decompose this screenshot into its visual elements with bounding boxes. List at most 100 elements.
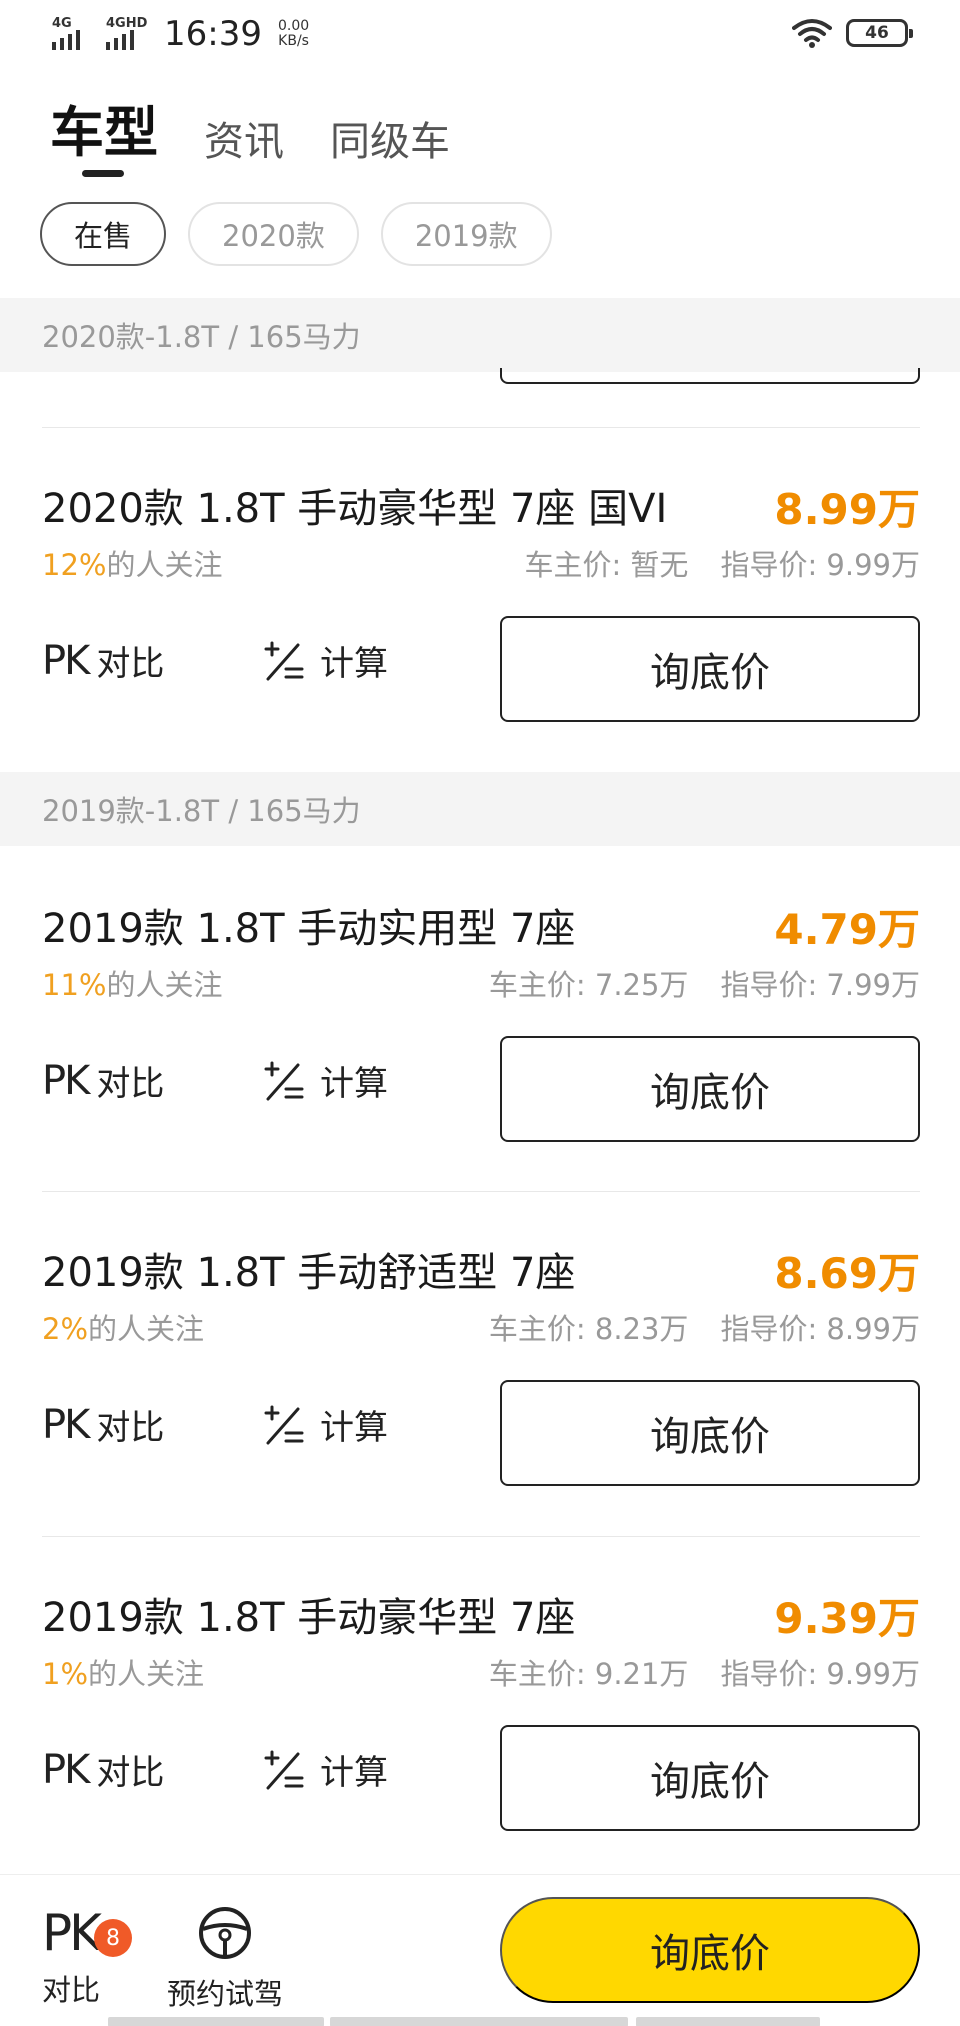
clock: 16:39 — [164, 14, 262, 54]
year-filter: 在售 2020款 2019款 — [40, 202, 552, 266]
compare-label: 对比 — [96, 1753, 165, 1793]
compare-label: 对比 — [96, 1064, 165, 1104]
calculator-icon — [264, 1750, 304, 1789]
list-item: 2019款 1.8T 手动舒适型 7座 8.69万 2%的人关注 车主价: 8.… — [0, 1240, 960, 1540]
calculate-label: 计算 — [320, 1408, 388, 1448]
attention-percent: 11% — [42, 968, 107, 1002]
signal-label: 4GHD — [106, 16, 148, 31]
calculate-button[interactable]: 计算 — [262, 1745, 388, 1794]
status-left: 4G 4GHD 16:39 0.00 KB/s — [50, 14, 309, 54]
attention-percent: 12% — [42, 548, 107, 582]
pk-icon: PK — [42, 1057, 90, 1104]
signal-icon: 4G — [50, 14, 92, 54]
calculate-label: 计算 — [320, 1064, 388, 1104]
section-header: 2020款-1.8T / 165马力 — [0, 298, 960, 372]
divider — [42, 1191, 920, 1192]
divider — [42, 427, 920, 428]
section-header: 2019款-1.8T / 165马力 — [0, 772, 960, 846]
dealer-price: 8.99万 — [774, 485, 920, 534]
calculator-icon — [264, 1061, 304, 1100]
model-name: 2020款 1.8T 手动豪华型 7座 国VI — [42, 486, 668, 532]
attention-stat: 1%的人关注 — [42, 1651, 204, 1693]
price-details: 车主价: 7.25万 指导价: 7.99万 — [489, 962, 920, 1004]
test-drive-label: 预约试驾 — [166, 1977, 283, 2011]
compare-label: 对比 — [96, 1408, 165, 1448]
guide-price: 指导价: 9.99万 — [720, 548, 920, 582]
price-details: 车主价: 8.23万 指导价: 8.99万 — [489, 1306, 920, 1348]
attention-stat: 2%的人关注 — [42, 1306, 204, 1348]
dealer-price: 8.69万 — [774, 1249, 920, 1298]
battery-icon: 46 — [846, 19, 913, 47]
tab-indicator — [82, 170, 124, 177]
attention-label: 的人关注 — [88, 1312, 205, 1346]
compare-label: 对比 — [42, 1973, 101, 2007]
guide-price: 指导价: 7.99万 — [720, 968, 920, 1002]
calculate-button[interactable]: 计算 — [262, 636, 388, 685]
pk-icon: PK — [42, 637, 90, 684]
list-item: 2019款 1.8T 手动实用型 7座 4.79万 11%的人关注 车主价: 7… — [0, 896, 960, 1196]
status-right: 46 — [792, 18, 913, 48]
model-name: 2019款 1.8T 手动豪华型 7座 — [42, 1595, 576, 1641]
nav-hint-segment — [330, 2017, 628, 2026]
model-name: 2019款 1.8T 手动舒适型 7座 — [42, 1250, 576, 1296]
owner-price: 车主价: 7.25万 — [488, 968, 689, 1002]
attention-label: 的人关注 — [106, 968, 223, 1002]
steering-wheel-icon — [199, 1907, 251, 1959]
speed-value: 0.00 — [277, 18, 310, 34]
price-details: 车主价: 暂无 指导价: 9.99万 — [524, 542, 920, 584]
model-name: 2019款 1.8T 手动实用型 7座 — [42, 906, 576, 952]
inquiry-cta-button[interactable]: 询底价 — [500, 1897, 920, 2003]
list-item: 2019款 1.8T 手动豪华型 7座 9.39万 1%的人关注 车主价: 9.… — [0, 1585, 960, 1885]
pk-icon: PK — [42, 1401, 90, 1448]
pk-compare-button[interactable]: PK 对比 — [42, 1056, 164, 1105]
guide-price: 指导价: 8.99万 — [720, 1312, 920, 1346]
signal-icon: 4GHD — [104, 14, 148, 54]
dealer-price: 9.39万 — [774, 1594, 920, 1643]
chip-2019[interactable]: 2019款 — [380, 202, 552, 266]
tab-news[interactable]: 资讯 — [204, 109, 284, 167]
pk-compare-button[interactable]: PK 对比 — [42, 1745, 164, 1794]
attention-stat: 11%的人关注 — [42, 962, 222, 1004]
chip-2020[interactable]: 2020款 — [188, 202, 359, 266]
network-speed: 0.00 KB/s — [278, 19, 309, 49]
nav-hint-segment — [108, 2017, 324, 2026]
calculate-button[interactable]: 计算 — [262, 1400, 388, 1449]
compare-label: 对比 — [96, 644, 165, 684]
attention-label: 的人关注 — [106, 548, 223, 582]
attention-percent: 2% — [42, 1312, 89, 1346]
attention-label: 的人关注 — [88, 1657, 205, 1691]
price-details: 车主价: 9.21万 指导价: 9.99万 — [489, 1651, 920, 1693]
speed-unit: KB/s — [278, 33, 309, 49]
pk-compare-button[interactable]: PK 对比 — [42, 1400, 164, 1449]
owner-price: 车主价: 9.21万 — [488, 1657, 689, 1691]
calculator-icon — [264, 1405, 304, 1444]
inquiry-button[interactable]: 询底价 — [500, 1380, 920, 1486]
inquiry-button[interactable]: 询底价 — [500, 616, 920, 722]
calculate-label: 计算 — [320, 644, 388, 684]
inquiry-button-partial[interactable] — [500, 368, 920, 384]
divider — [42, 1536, 920, 1537]
owner-price: 车主价: 8.23万 — [488, 1312, 689, 1346]
signal-label: 4G — [52, 16, 72, 31]
pk-icon: PK — [42, 1746, 90, 1793]
wifi-icon — [792, 19, 832, 48]
dealer-price: 4.79万 — [774, 905, 920, 954]
calculate-button[interactable]: 计算 — [262, 1056, 388, 1105]
test-drive-button[interactable]: 预约试驾 — [160, 1905, 290, 2013]
guide-price: 指导价: 9.99万 — [720, 1657, 920, 1691]
pk-count-badge: 8 — [94, 1919, 132, 1957]
pk-compare-button[interactable]: PK 对比 — [42, 636, 164, 685]
inquiry-button[interactable]: 询底价 — [500, 1725, 920, 1831]
attention-stat: 12%的人关注 — [42, 542, 222, 584]
inquiry-button[interactable]: 询底价 — [500, 1036, 920, 1142]
calculate-label: 计算 — [320, 1753, 388, 1793]
attention-percent: 1% — [42, 1657, 89, 1691]
calculator-icon — [264, 641, 304, 680]
pk-compare-tab[interactable]: PK 8 对比 — [42, 1905, 132, 2009]
chip-on-sale[interactable]: 在售 — [40, 202, 167, 266]
status-bar: 4G 4GHD 16:39 0.00 KB/s 46 — [0, 0, 960, 75]
tab-similar-cars[interactable]: 同级车 — [330, 109, 450, 167]
tab-models[interactable]: 车型 — [50, 88, 158, 167]
list-item: 2020款 1.8T 手动豪华型 7座 国VI 8.99万 12%的人关注 车主… — [0, 476, 960, 776]
owner-price: 车主价: 暂无 — [524, 548, 689, 582]
